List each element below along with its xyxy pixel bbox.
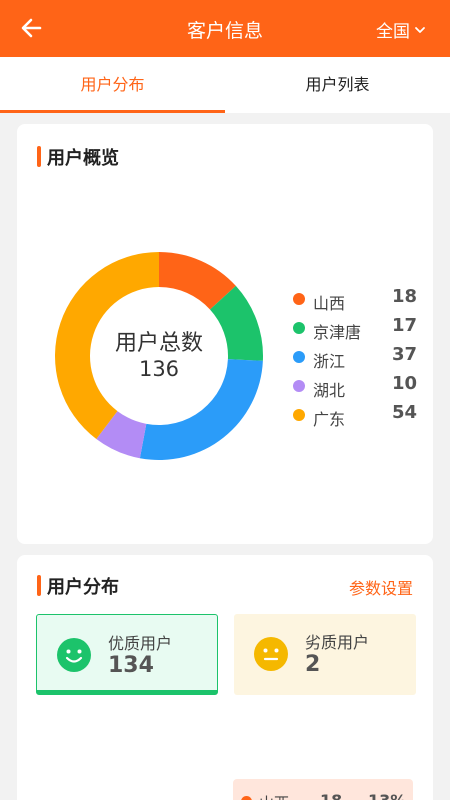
bad-users-label: 劣质用户 [305, 633, 370, 652]
tab-user-distribution[interactable]: 用户分布 [0, 57, 225, 113]
province-dot [241, 796, 252, 800]
province-row[interactable]: 山西 18 13% [233, 779, 413, 800]
province-percent: 13% [368, 791, 406, 800]
total-users-value: 136 [138, 357, 180, 381]
legend-dot [293, 322, 305, 334]
selected-indicator [37, 690, 217, 694]
legend-item[interactable]: 浙江 37 [293, 343, 417, 372]
tab-user-list[interactable]: 用户列表 [225, 57, 450, 113]
legend-label: 山西 [313, 294, 346, 313]
overview-card: 用户概览 用户总数 136 山西 18 京津唐 17 浙江 37 湖北 10 广东 54 [17, 124, 433, 544]
legend-item[interactable]: 广东 54 [293, 401, 417, 430]
neutral-face-icon [254, 637, 288, 671]
legend-label: 湖北 [313, 381, 346, 400]
parameter-settings-link[interactable]: 参数设置 [349, 575, 413, 599]
overview-title: 用户概览 [37, 144, 119, 170]
legend-label: 京津唐 [313, 323, 362, 342]
legend-item[interactable]: 山西 18 [293, 285, 417, 314]
total-users-label: 用户总数 [114, 331, 203, 356]
chart-legend: 山西 18 京津唐 17 浙江 37 湖北 10 广东 54 [293, 285, 417, 430]
legend-dot [293, 409, 305, 421]
bad-users-value: 2 [305, 652, 321, 677]
legend-label: 浙江 [313, 352, 346, 371]
bad-users-card[interactable]: 劣质用户 2 [234, 614, 416, 695]
legend-value: 17 [391, 315, 417, 336]
legend-dot [293, 351, 305, 363]
distribution-card: 用户分布 参数设置 优质用户 134 劣质用户 2 山西 18 13% [17, 555, 433, 800]
legend-dot [293, 380, 305, 392]
donut-center: 用户总数 136 [54, 251, 264, 461]
distribution-title: 用户分布 [37, 573, 119, 599]
legend-value: 10 [391, 373, 417, 394]
good-users-value: 134 [108, 653, 154, 678]
chevron-down-icon [415, 26, 425, 33]
legend-item[interactable]: 湖北 10 [293, 372, 417, 401]
region-label: 全国 [376, 22, 410, 42]
legend-label: 广东 [313, 410, 346, 429]
legend-value: 37 [391, 344, 417, 365]
region-selector[interactable]: 全国 [376, 17, 426, 42]
smile-face-icon [57, 638, 91, 672]
top-bar: 客户信息 全国 [0, 0, 450, 57]
province-count: 18 [320, 791, 342, 800]
legend-value: 18 [391, 286, 417, 307]
legend-value: 54 [391, 402, 417, 423]
province-name: 山西 [259, 792, 289, 800]
legend-item[interactable]: 京津唐 17 [293, 314, 417, 343]
legend-dot [293, 293, 305, 305]
good-users-card[interactable]: 优质用户 134 [36, 614, 218, 695]
tab-bar: 用户分布 用户列表 [0, 57, 450, 113]
good-users-label: 优质用户 [108, 634, 173, 653]
